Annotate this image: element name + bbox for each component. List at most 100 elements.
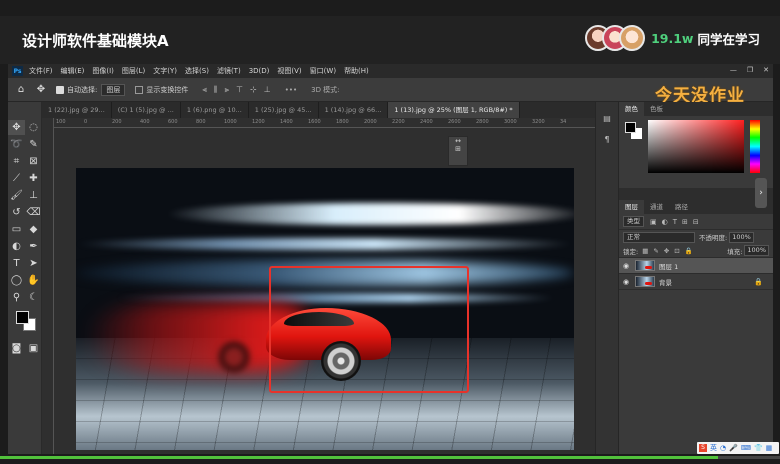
adjustment-filter-icon[interactable]: ◐ xyxy=(662,218,668,226)
pen-tool-icon[interactable]: ✒ xyxy=(25,239,42,254)
tools-icon[interactable]: ▦ xyxy=(766,444,773,452)
skin-icon[interactable]: 👕 xyxy=(754,444,763,452)
minimize-icon[interactable]: — xyxy=(730,66,737,74)
home-icon[interactable]: ⌂ xyxy=(14,83,28,97)
lock-all-icon[interactable]: 🔒 xyxy=(685,247,693,255)
ime-language-toggle[interactable]: 英 xyxy=(710,443,717,453)
menu-layer[interactable]: 图层(L) xyxy=(122,66,145,76)
menu-type[interactable]: 文字(Y) xyxy=(153,66,177,76)
blend-mode-dropdown[interactable]: 正常 xyxy=(623,231,695,243)
align-center-icon[interactable]: ⫼ xyxy=(214,85,218,95)
tab-document[interactable]: 1 (25).jpg @ 45... xyxy=(249,102,319,118)
floating-panel[interactable]: ↔ ⊞ xyxy=(448,136,468,166)
keyboard-icon[interactable]: ⌨ xyxy=(741,444,751,452)
menu-filter[interactable]: 滤镜(T) xyxy=(217,66,241,76)
move-tool-icon[interactable]: ✥ xyxy=(8,120,25,135)
panel-color-swatches[interactable] xyxy=(625,122,643,140)
dodge-tool-icon[interactable]: ◐ xyxy=(8,239,25,254)
path-select-tool-icon[interactable]: ➤ xyxy=(25,256,42,271)
eraser-tool-icon[interactable]: ⌫ xyxy=(25,205,42,220)
shape-tool-icon[interactable]: ◯ xyxy=(8,273,25,288)
lock-pixels-icon[interactable]: ▦ xyxy=(642,247,648,255)
blur-tool-icon[interactable]: ◆ xyxy=(25,222,42,237)
foreground-color[interactable] xyxy=(16,311,29,324)
show-transform-checkbox[interactable] xyxy=(135,85,144,94)
crop-tool-icon[interactable]: ⌗ xyxy=(8,154,25,169)
quick-select-tool-icon[interactable]: ✎ xyxy=(25,137,42,152)
more-options-button[interactable]: ••• xyxy=(285,86,297,94)
opacity-input[interactable]: 100% xyxy=(729,231,754,243)
tab-paths[interactable]: 路径 xyxy=(669,200,694,214)
align-bottom-icon[interactable]: ⊥ xyxy=(264,85,271,95)
auto-select-checkbox[interactable] xyxy=(56,85,64,94)
history-brush-icon[interactable]: ↺ xyxy=(8,205,25,220)
properties-icon[interactable]: ⊞ xyxy=(449,145,467,153)
lock-position-icon[interactable]: ✥ xyxy=(664,247,669,255)
tab-color[interactable]: 颜色 xyxy=(619,102,644,116)
stamp-tool-icon[interactable]: ⊥ xyxy=(25,188,42,203)
fill-input[interactable]: 100% xyxy=(744,245,769,256)
eyedropper-tool-icon[interactable]: ⟋ xyxy=(8,171,25,186)
gradient-tool-icon[interactable]: ▭ xyxy=(8,222,25,237)
lock-paint-icon[interactable]: ✎ xyxy=(653,247,658,255)
hue-slider[interactable] xyxy=(750,120,760,173)
lasso-tool-icon[interactable]: ➰ xyxy=(8,137,25,152)
menu-view[interactable]: 视图(V) xyxy=(277,66,301,76)
healing-tool-icon[interactable]: ✚ xyxy=(25,171,42,186)
quick-mask-icon[interactable]: ◙ xyxy=(8,341,25,356)
tab-channels[interactable]: 通道 xyxy=(644,200,669,214)
align-middle-icon[interactable]: ⊹ xyxy=(250,85,257,95)
menu-file[interactable]: 文件(F) xyxy=(29,66,53,76)
visibility-eye-icon[interactable]: ◉ xyxy=(623,278,633,286)
menu-image[interactable]: 图像(I) xyxy=(92,66,114,76)
tab-layers[interactable]: 图层 xyxy=(619,200,644,214)
expand-icon[interactable]: ↔ xyxy=(449,137,467,145)
menu-edit[interactable]: 编辑(E) xyxy=(61,66,85,76)
paragraph-icon[interactable]: ¶ xyxy=(596,135,618,144)
menu-3d[interactable]: 3D(D) xyxy=(249,67,270,75)
menu-window[interactable]: 窗口(W) xyxy=(310,66,336,76)
zoom-tool-icon[interactable]: ⚲ xyxy=(8,290,25,305)
layer-row[interactable]: ◉ 背景 🔒 xyxy=(619,274,773,290)
learner-indicator[interactable]: 19.1w 同学在学习 xyxy=(585,25,760,51)
restore-icon[interactable]: ❐ xyxy=(747,66,753,74)
type-tool-icon[interactable]: T xyxy=(8,256,25,271)
smart-object-filter-icon[interactable]: ⊟ xyxy=(693,218,699,226)
layer-filter-dropdown[interactable]: 类型 xyxy=(623,216,644,227)
close-icon[interactable]: ✕ xyxy=(763,66,769,74)
move-tool-icon[interactable]: ✥ xyxy=(34,83,48,97)
foreground-color[interactable] xyxy=(625,122,636,133)
align-right-icon[interactable]: ⫸ xyxy=(225,85,230,95)
tab-document[interactable]: 1 (6).png @ 10... xyxy=(181,102,249,118)
color-swatches[interactable] xyxy=(16,311,38,333)
screen-mode-icon[interactable]: ▣ xyxy=(25,341,42,356)
video-progress-bar[interactable] xyxy=(0,456,780,459)
canvas-area[interactable]: ↔ ⊞ xyxy=(54,128,595,454)
color-field[interactable] xyxy=(648,120,744,173)
visibility-eye-icon[interactable]: ◉ xyxy=(623,262,633,270)
lock-artboard-icon[interactable]: ⊡ xyxy=(674,247,679,255)
canvas-image[interactable] xyxy=(76,168,574,450)
voice-icon[interactable]: 🎤 xyxy=(729,444,738,452)
frame-tool-icon[interactable]: ⊠ xyxy=(25,154,42,169)
type-filter-icon[interactable]: T xyxy=(673,218,677,226)
rotate-view-icon[interactable]: ☾ xyxy=(25,290,42,305)
tab-document-active[interactable]: 1 (13).jpg @ 25% (图层 1, RGB/8#) * xyxy=(388,102,520,118)
tab-swatches[interactable]: 色板 xyxy=(644,102,669,116)
ime-toolbar[interactable]: S 英 ◔ 🎤 ⌨ 👕 ▦ xyxy=(697,442,779,454)
hand-tool-icon[interactable]: ✋ xyxy=(25,273,42,288)
shape-filter-icon[interactable]: ⊞ xyxy=(682,218,688,226)
tab-document[interactable]: 1 (22).jpg @ 29... xyxy=(42,102,112,118)
auto-select-dropdown[interactable]: 图层 xyxy=(101,83,126,96)
history-icon[interactable]: ▤ xyxy=(596,114,618,123)
punctuation-icon[interactable]: ◔ xyxy=(720,444,726,452)
tab-document[interactable]: (C) 1 (5).jpg @ ... xyxy=(112,102,181,118)
collapse-panel-button[interactable]: › xyxy=(755,178,767,208)
align-top-icon[interactable]: ⊤ xyxy=(236,85,243,95)
tab-document[interactable]: 1 (14).jpg @ 66... xyxy=(319,102,389,118)
pixel-filter-icon[interactable]: ▣ xyxy=(650,218,657,226)
menu-help[interactable]: 帮助(H) xyxy=(344,66,369,76)
layer-row-selected[interactable]: ◉ 图层 1 xyxy=(619,258,773,274)
marquee-tool-icon[interactable]: ◌ xyxy=(25,120,42,135)
menu-select[interactable]: 选择(S) xyxy=(185,66,209,76)
